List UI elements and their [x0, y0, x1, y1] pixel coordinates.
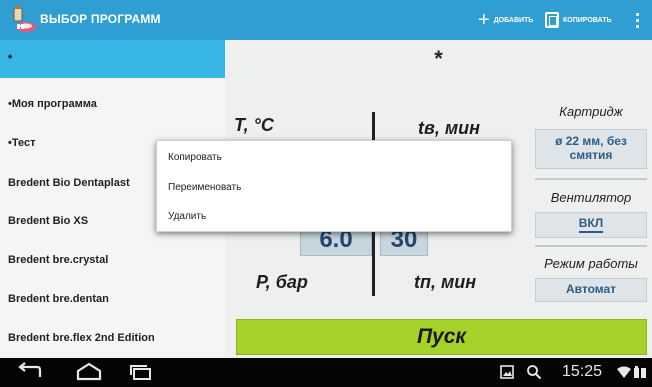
- fan-value-button[interactable]: ВКЛ: [535, 212, 647, 238]
- program-list-item[interactable]: Bredent bre.dentan: [0, 280, 225, 318]
- mode-value[interactable]: Автомат: [535, 278, 647, 302]
- program-list-item[interactable]: Bredent bre.crystal: [0, 241, 225, 279]
- add-button[interactable]: + ДОБАВИТЬ: [478, 0, 533, 40]
- cartridge-value[interactable]: ø 22 мм, без смятия: [535, 129, 647, 169]
- overflow-menu-icon: [635, 12, 639, 28]
- tp-label: tп, мин: [414, 272, 477, 292]
- context-menu: Копировать Переименовать Удалить: [156, 140, 512, 232]
- temperature-label: T, °C: [234, 115, 274, 135]
- page-title: ВЫБОР ПРОГРАММ: [40, 12, 161, 26]
- menu-item-copy[interactable]: Копировать: [157, 142, 513, 172]
- back-icon[interactable]: [14, 362, 44, 382]
- action-bar: ВЫБОР ПРОГРАММ + ДОБАВИТЬ КОПИРОВАТЬ: [0, 0, 652, 40]
- copy-button[interactable]: КОПИРОВАТЬ: [545, 0, 612, 40]
- pressure-label: P, бар: [256, 272, 308, 292]
- search-icon: [527, 365, 542, 380]
- program-list-item[interactable]: *: [0, 40, 225, 78]
- fan-value: ВКЛ: [578, 216, 604, 234]
- system-nav-bar: 15:25: [0, 358, 652, 387]
- home-icon[interactable]: [75, 362, 103, 382]
- panel-divider: [535, 245, 647, 247]
- recent-apps-icon[interactable]: [127, 362, 155, 382]
- screenshot-icon: [500, 365, 514, 379]
- tv-label: tв, мин: [418, 118, 481, 138]
- menu-item-rename[interactable]: Переименовать: [157, 172, 513, 202]
- menu-item-delete[interactable]: Удалить: [157, 201, 513, 231]
- cartridge-label: Картридж: [559, 104, 623, 119]
- program-list-item[interactable]: Bredent bre.flex 2nd Edition: [0, 319, 225, 357]
- program-list-item[interactable]: •Моя программа: [0, 85, 225, 123]
- program-name: *: [434, 46, 443, 71]
- plus-icon: +: [478, 9, 490, 31]
- overflow-menu-button[interactable]: [627, 0, 647, 40]
- mode-label: Режим работы: [544, 256, 638, 271]
- add-button-label: ДОБАВИТЬ: [493, 16, 534, 24]
- copy-button-label: КОПИРОВАТЬ: [563, 16, 612, 24]
- battery-icon: [634, 366, 646, 378]
- fan-label: Вентилятор: [550, 190, 632, 205]
- start-button[interactable]: Пуск: [236, 319, 647, 355]
- copy-icon: [545, 12, 559, 28]
- clock: 15:25: [562, 363, 603, 380]
- panel-divider: [535, 178, 647, 180]
- app-icon[interactable]: [8, 5, 38, 35]
- wifi-icon: [617, 366, 631, 378]
